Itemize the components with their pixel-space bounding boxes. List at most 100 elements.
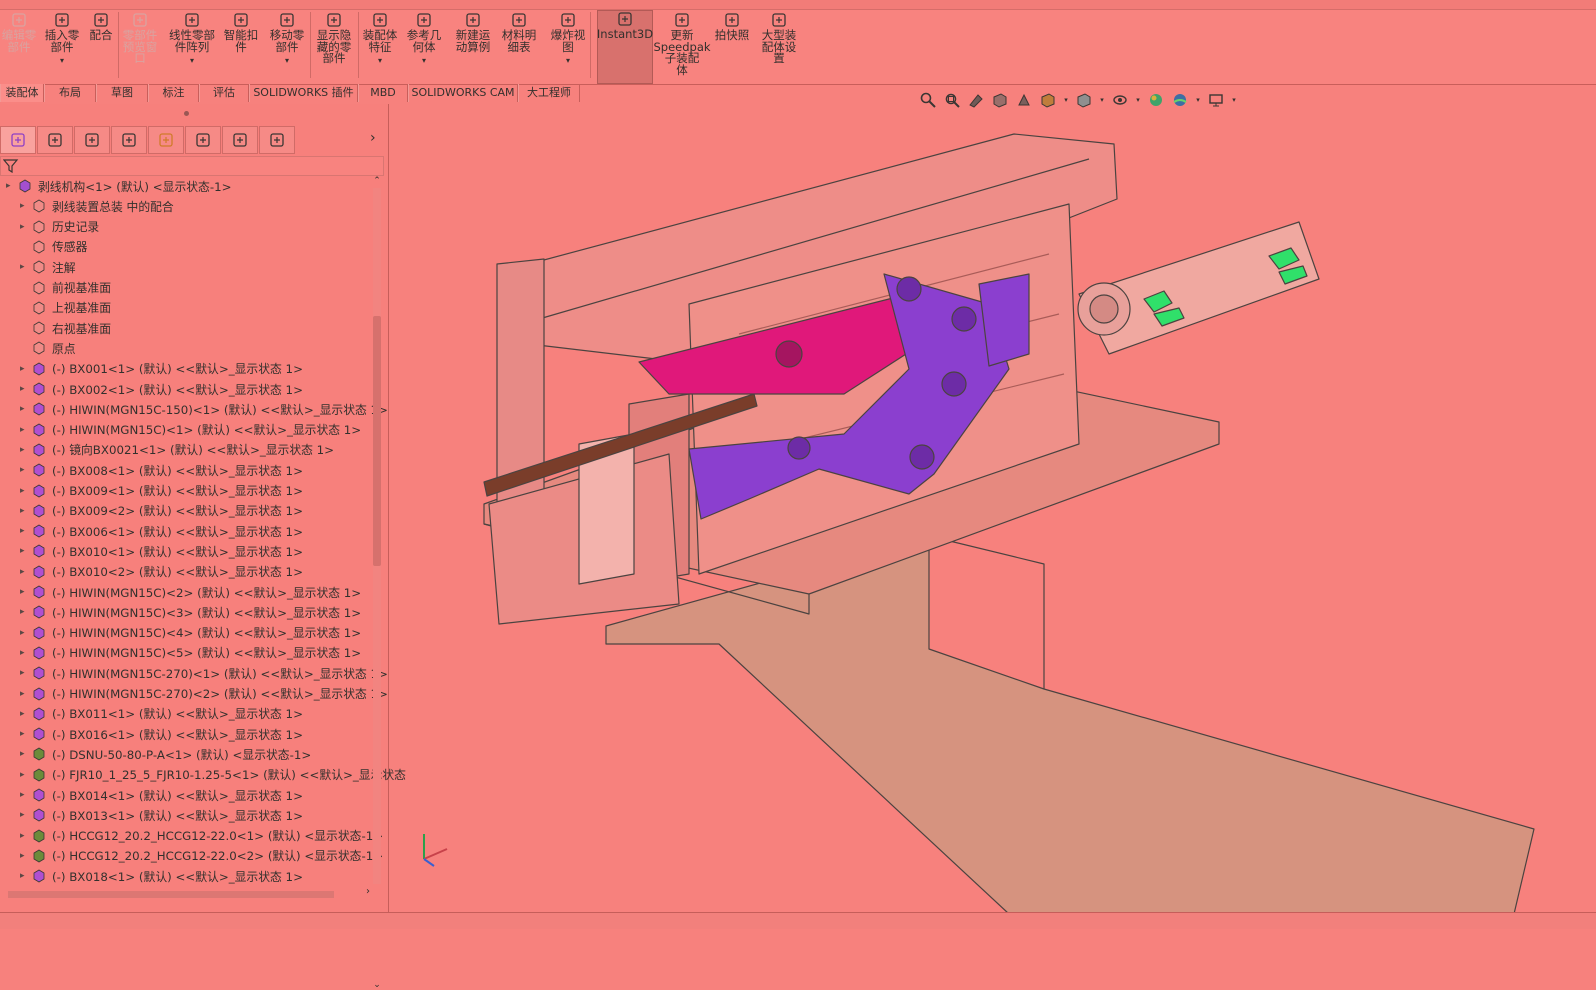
tree-node[interactable]: ▸ (-) HIWIN(MGN15C)<5> (默认) <<默认>_显示状态 1> xyxy=(20,643,361,663)
expand-arrow-icon[interactable]: ▸ xyxy=(20,486,30,496)
tree-node[interactable]: ▸ (-) HIWIN(MGN15C-270)<1> (默认) <<默认>_显示状… xyxy=(20,663,388,683)
tab-1[interactable]: 布局 xyxy=(44,84,96,102)
ribbon-button-large-assembly[interactable]: 大型装 配体设 置 xyxy=(758,12,800,65)
tree-node[interactable]: ▸ (-) BX006<1> (默认) <<默认>_显示状态 1> xyxy=(20,521,303,541)
dimxpert-icon[interactable] xyxy=(111,126,147,154)
tab-7[interactable]: SOLIDWORKS CAM xyxy=(408,84,518,102)
ribbon-button-insert-component[interactable]: 插入零 部件 ▾ xyxy=(42,12,82,67)
tree-node[interactable]: ▸ 历史记录 xyxy=(20,217,99,237)
expand-arrow-icon[interactable]: ▸ xyxy=(20,506,30,516)
ribbon-button-bom[interactable]: 材料明 细表 xyxy=(499,12,539,53)
tree-horizontal-scrollbar[interactable]: › xyxy=(0,886,370,900)
tree-node[interactable]: ▸ (-) HIWIN(MGN15C)<2> (默认) <<默认>_显示状态 1> xyxy=(20,582,361,602)
expand-arrow-icon[interactable]: ▸ xyxy=(20,546,30,556)
tree-node[interactable]: ▸ (-) BX010<2> (默认) <<默认>_显示状态 1> xyxy=(20,562,303,582)
tab-4[interactable]: 评估 xyxy=(199,84,249,102)
tree-node[interactable]: ▸ (-) BX013<1> (默认) <<默认>_显示状态 1> xyxy=(20,805,303,825)
expand-arrow-icon[interactable]: ▸ xyxy=(20,628,30,638)
cam-tool-icon[interactable] xyxy=(259,126,295,154)
tree-node[interactable]: 上视基准面 xyxy=(20,298,111,318)
scroll-right-icon[interactable]: › xyxy=(366,886,370,897)
ribbon-button-show-hidden[interactable]: 显示隐 藏的零 部件 xyxy=(312,12,356,65)
expand-arrow-icon[interactable]: ▸ xyxy=(20,587,30,597)
tab-3[interactable]: 标注 xyxy=(148,84,199,102)
tree-node[interactable]: ▸ (-) HCCG12_20.2_HCCG12-22.0<2> (默认) <显示… xyxy=(20,846,383,866)
expand-arrow-icon[interactable]: ▸ xyxy=(20,567,30,577)
tree-node[interactable]: ▸ (-) 镜向BX0021<1> (默认) <<默认>_显示状态 1> xyxy=(20,440,334,460)
tree-node[interactable]: ▸ (-) HIWIN(MGN15C-150)<1> (默认) <<默认>_显示状… xyxy=(20,399,388,419)
configurationmanager-icon[interactable] xyxy=(74,126,110,154)
tab-2[interactable]: 草图 xyxy=(96,84,148,102)
featuremanager-icon[interactable] xyxy=(0,126,36,154)
tree-node[interactable]: ▸ (-) BX018<1> (默认) <<默认>_显示状态 1> xyxy=(20,866,303,886)
display-manager-icon[interactable] xyxy=(148,126,184,154)
tree-node[interactable]: ▸ (-) BX008<1> (默认) <<默认>_显示状态 1> xyxy=(20,460,303,480)
expand-arrow-icon[interactable]: ▸ xyxy=(20,607,30,617)
expand-arrow-icon[interactable]: ▸ xyxy=(20,262,30,272)
expand-arrow-icon[interactable]: ▸ xyxy=(20,810,30,820)
chevron-down-icon[interactable]: ▾ xyxy=(285,55,289,67)
ribbon-button-speedpak[interactable]: 更新 Speedpak 子装配 体 xyxy=(653,12,711,76)
expand-arrow-icon[interactable]: ▸ xyxy=(20,384,30,394)
ribbon-button-new-motion-study[interactable]: 新建运 动算例 xyxy=(452,12,494,53)
ribbon-button-mate[interactable]: 配合 xyxy=(86,12,116,42)
tab-8[interactable]: 大工程师 xyxy=(518,84,580,102)
expand-arrow-icon[interactable]: ▸ xyxy=(20,364,30,374)
ribbon-button-edit-component[interactable]: 编辑零 部件 xyxy=(0,12,38,53)
chevron-down-icon[interactable]: ▾ xyxy=(566,55,570,67)
expand-arrow-icon[interactable]: ▸ xyxy=(20,729,30,739)
cam-feature-icon[interactable] xyxy=(185,126,221,154)
expand-arrow-icon[interactable]: ▸ xyxy=(20,648,30,658)
panel-collapse-dot[interactable] xyxy=(184,111,189,116)
tree-node[interactable]: ▸ (-) BX001<1> (默认) <<默认>_显示状态 1> xyxy=(20,359,303,379)
tab-5[interactable]: SOLIDWORKS 插件 xyxy=(249,84,358,102)
expand-arrow-icon[interactable]: ▸ xyxy=(20,831,30,841)
tree-node[interactable]: ▸ (-) HIWIN(MGN15C)<4> (默认) <<默认>_显示状态 1> xyxy=(20,623,361,643)
scroll-up-icon[interactable]: ⌃ xyxy=(371,176,383,186)
ribbon-button-snapshot[interactable]: 拍快照 xyxy=(712,12,752,42)
expand-arrow-icon[interactable]: ▸ xyxy=(6,181,16,191)
expand-arrow-icon[interactable]: ▸ xyxy=(20,770,30,780)
graphics-area[interactable] xyxy=(389,104,1596,914)
propertymanager-icon[interactable] xyxy=(37,126,73,154)
ribbon-button-reference-geometry[interactable]: 参考几 何体 ▾ xyxy=(404,12,444,67)
tree-node[interactable]: ▸ (-) BX010<1> (默认) <<默认>_显示状态 1> xyxy=(20,541,303,561)
tree-node[interactable]: ▸ (-) FJR10_1_25_5_FJR10-1.25-5<1> (默认) <… xyxy=(20,765,406,785)
tree-node[interactable]: ▸ (-) HIWIN(MGN15C)<1> (默认) <<默认>_显示状态 1> xyxy=(20,420,361,440)
tree-node[interactable]: ▸ 注解 xyxy=(20,257,76,277)
tree-node[interactable]: ▸ (-) DSNU-50-80-P-A<1> (默认) <显示状态-1> xyxy=(20,744,311,764)
tree-node[interactable]: 传感器 xyxy=(20,237,87,257)
tree-node[interactable]: ▸ (-) HIWIN(MGN15C-270)<2> (默认) <<默认>_显示状… xyxy=(20,684,388,704)
ribbon-button-exploded-view[interactable]: 爆炸视 图 ▾ xyxy=(548,12,588,67)
scroll-thumb[interactable] xyxy=(373,316,381,566)
expand-arrow-icon[interactable]: ▸ xyxy=(20,465,30,475)
chevron-down-icon[interactable]: ▾ xyxy=(422,55,426,67)
ribbon-button-instant3d[interactable]: Instant3D xyxy=(597,10,653,84)
tree-node[interactable]: ▸ (-) BX014<1> (默认) <<默认>_显示状态 1> xyxy=(20,785,303,805)
panel-expand-arrow-icon[interactable]: › xyxy=(370,130,376,146)
expand-arrow-icon[interactable]: ▸ xyxy=(20,871,30,881)
hscroll-thumb[interactable] xyxy=(8,891,334,898)
ribbon-button-assembly-features[interactable]: 装配体 特征 ▾ xyxy=(360,12,400,67)
expand-arrow-icon[interactable]: ▸ xyxy=(20,851,30,861)
tab-6[interactable]: MBD xyxy=(358,84,408,102)
ribbon-button-move-component[interactable]: 移动零 部件 ▾ xyxy=(266,12,308,67)
ribbon-button-component-preview[interactable]: 零部件 预览窗 口 xyxy=(120,12,160,65)
expand-arrow-icon[interactable]: ▸ xyxy=(20,709,30,719)
ribbon-button-smart-fasteners[interactable]: 智能扣 件 xyxy=(222,12,260,53)
expand-arrow-icon[interactable]: ▸ xyxy=(20,201,30,211)
expand-arrow-icon[interactable]: ▸ xyxy=(20,749,30,759)
expand-arrow-icon[interactable]: ▸ xyxy=(20,790,30,800)
tree-filter-bar[interactable] xyxy=(0,156,384,176)
tab-0[interactable]: 装配体 xyxy=(0,84,44,102)
chevron-down-icon[interactable]: ▾ xyxy=(378,55,382,67)
chevron-down-icon[interactable]: ▾ xyxy=(60,55,64,67)
chevron-down-icon[interactable]: ▾ xyxy=(190,55,194,67)
tree-node[interactable]: ▸ 剥线机构<1> (默认) <显示状态-1> xyxy=(6,176,231,196)
tree-node[interactable]: ▸ (-) BX009<2> (默认) <<默认>_显示状态 1> xyxy=(20,501,303,521)
tree-node[interactable]: ▸ (-) HCCG12_20.2_HCCG12-22.0<1> (默认) <显示… xyxy=(20,826,383,846)
cam-operation-icon[interactable] xyxy=(222,126,258,154)
tree-vertical-scrollbar[interactable]: ⌃ ⌄ xyxy=(371,176,383,990)
tree-node[interactable]: ▸ (-) HIWIN(MGN15C)<3> (默认) <<默认>_显示状态 1> xyxy=(20,602,361,622)
tree-node[interactable]: ▸ (-) BX009<1> (默认) <<默认>_显示状态 1> xyxy=(20,481,303,501)
